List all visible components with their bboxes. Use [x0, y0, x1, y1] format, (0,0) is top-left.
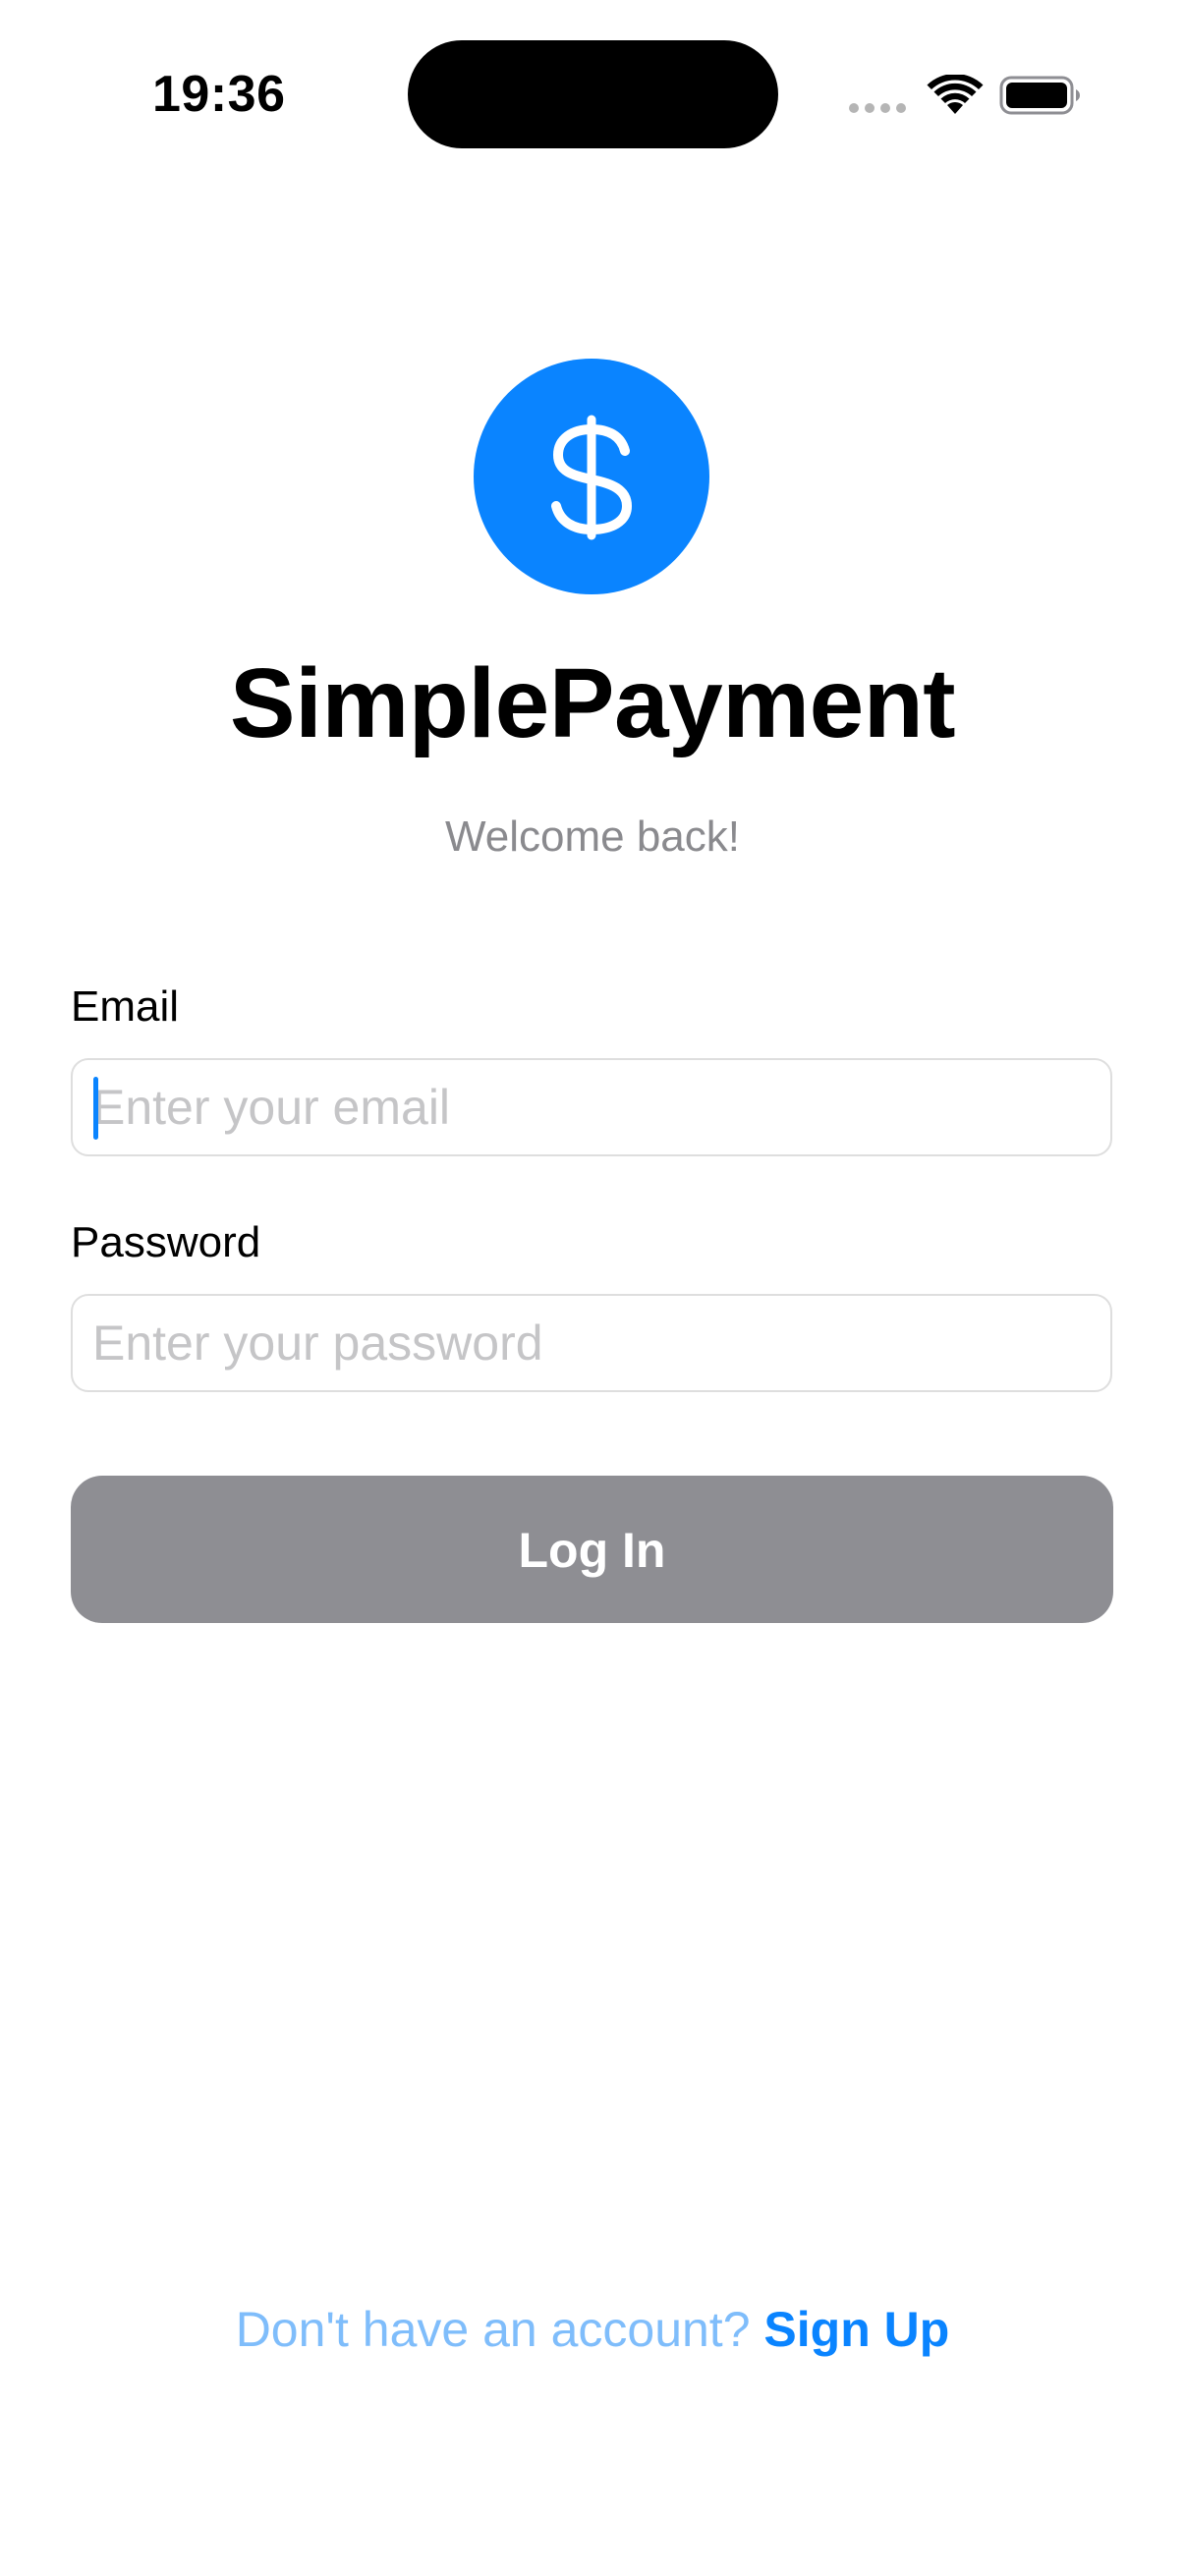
login-button[interactable]: Log In [71, 1476, 1113, 1623]
app-title: SimplePayment [229, 648, 956, 758]
password-label: Password [71, 1218, 261, 1266]
wifi-icon [927, 75, 984, 114]
dynamic-island [408, 40, 778, 148]
dollar-sign-icon [551, 415, 633, 540]
status-time: 19:36 [152, 66, 286, 123]
password-field[interactable] [92, 1296, 1085, 1390]
cellular-signal-icon [849, 103, 906, 113]
signup-prompt: Don't have an account? [235, 2302, 751, 2357]
text-cursor [93, 1077, 98, 1140]
password-field-container[interactable] [71, 1294, 1112, 1392]
email-field-container[interactable] [71, 1058, 1112, 1156]
email-label: Email [71, 982, 180, 1031]
app-logo [474, 359, 709, 594]
welcome-subtitle: Welcome back! [445, 812, 740, 861]
email-field[interactable] [92, 1060, 1085, 1154]
signup-row: Don't have an account? Sign Up [0, 2296, 1185, 2363]
battery-icon [999, 76, 1080, 115]
signup-link[interactable]: Sign Up [763, 2302, 949, 2357]
